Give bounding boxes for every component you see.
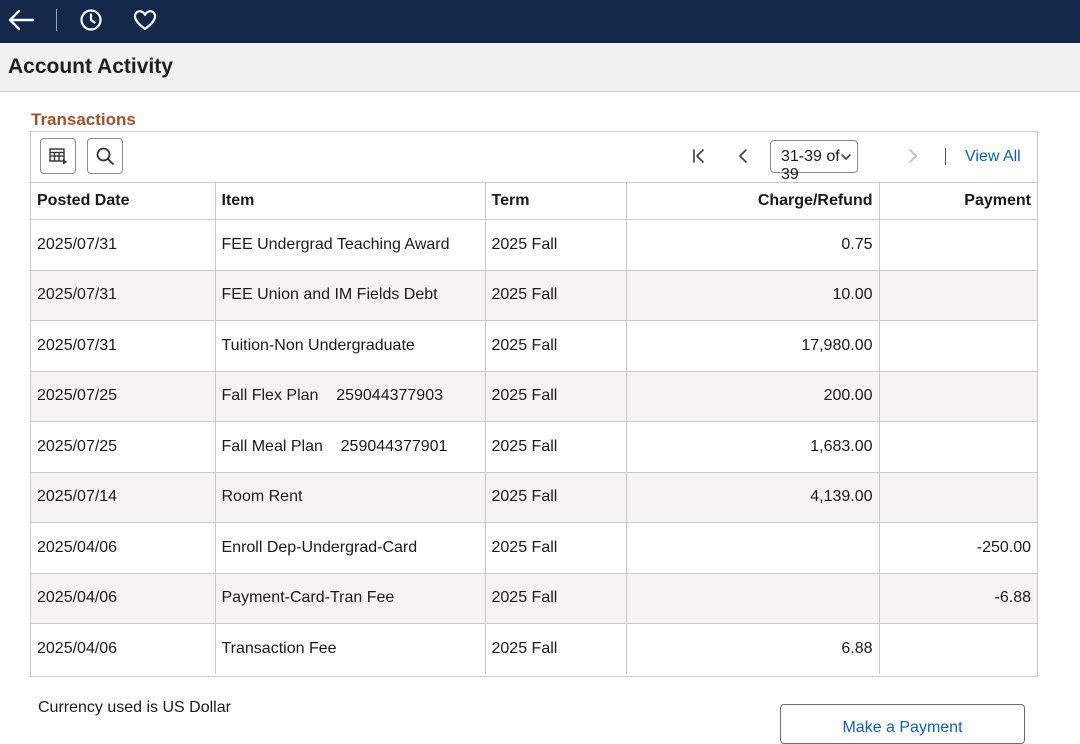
view-all-link[interactable]: View All <box>965 148 1021 166</box>
cell-charge-refund: 200.00 <box>626 371 880 422</box>
cell-payment <box>879 624 1037 674</box>
cell-term: 2025 Fall <box>485 623 627 674</box>
next-page-icon[interactable] <box>902 145 924 167</box>
cell-charge-refund: 0.75 <box>626 219 880 271</box>
cell-payment: -250.00 <box>879 522 1037 574</box>
cell-posted-date: 2025/04/06 <box>31 573 216 624</box>
cell-charge-refund: 10.00 <box>626 270 880 321</box>
cell-charge-refund <box>626 573 880 624</box>
cell-charge-refund: 4,139.00 <box>626 472 880 523</box>
cell-term: 2025 Fall <box>485 421 627 473</box>
cell-posted-date: 2025/07/25 <box>31 371 216 422</box>
cell-item: Transaction Fee <box>215 623 486 674</box>
favorite-heart-icon[interactable] <box>130 6 160 34</box>
transactions-table: Posted Date Item Term Charge/Refund Paym… <box>31 183 1037 674</box>
column-header-term[interactable]: Term <box>485 183 627 220</box>
column-header-charge-refund[interactable]: Charge/Refund <box>626 183 880 220</box>
table-row: 2025/07/31 FEE Union and IM Fields Debt 20… <box>31 270 1037 321</box>
table-row: 2025/07/14 Room Rent 2025 Fall 4,139.00 <box>31 472 1037 523</box>
table-row: 2025/07/31 Tuition-Non Undergraduate 2025 … <box>31 320 1037 372</box>
table-row: 2025/07/31 FEE Undergrad Teaching Award 20… <box>31 219 1037 271</box>
top-nav-bar <box>0 0 1080 43</box>
transactions-table-body: 2025/07/31 FEE Undergrad Teaching Award 20… <box>31 219 1037 674</box>
cell-item: Enroll Dep-Undergrad-Card <box>215 522 486 574</box>
history-icon[interactable] <box>76 6 106 34</box>
grid-search-button[interactable] <box>87 138 123 174</box>
cell-charge-refund: 1,683.00 <box>626 421 880 473</box>
cell-posted-date: 2025/07/25 <box>31 421 216 473</box>
column-header-payment[interactable]: Payment <box>879 183 1037 220</box>
cell-posted-date: 2025/04/06 <box>31 522 216 574</box>
grid-options-button[interactable] <box>40 138 76 174</box>
table-row: 2025/07/25 Fall Meal Plan 259044377901 202… <box>31 421 1037 473</box>
cell-term: 2025 Fall <box>485 472 627 523</box>
cell-payment <box>879 320 1037 372</box>
column-header-item[interactable]: Item <box>215 183 486 220</box>
cell-charge-refund: 6.88 <box>626 623 880 674</box>
cell-item: Room Rent <box>215 472 486 523</box>
make-payment-button[interactable]: Make a Payment <box>780 704 1025 744</box>
topbar-separator <box>56 9 57 31</box>
cell-term: 2025 Fall <box>485 522 627 574</box>
pager-divider <box>945 148 946 165</box>
cell-term: 2025 Fall <box>485 219 627 271</box>
first-page-icon[interactable] <box>688 145 710 167</box>
cell-posted-date: 2025/07/31 <box>31 320 216 372</box>
table-row: 2025/07/25 Fall Flex Plan 259044377903 202… <box>31 371 1037 422</box>
cell-posted-date: 2025/07/31 <box>31 270 216 321</box>
page-title: Account Activity <box>8 55 173 78</box>
table-row: 2025/04/06 Payment-Card-Tran Fee 2025 Fall… <box>31 573 1037 624</box>
cell-payment <box>879 421 1037 473</box>
previous-page-icon[interactable] <box>732 145 754 167</box>
cell-posted-date: 2025/07/14 <box>31 472 216 523</box>
cell-charge-refund: 17,980.00 <box>626 320 880 372</box>
page-header: Account Activity <box>0 43 1080 92</box>
cell-item: FEE Undergrad Teaching Award <box>215 219 486 271</box>
cell-payment <box>879 219 1037 271</box>
cell-posted-date: 2025/07/31 <box>31 219 216 271</box>
page-range-select[interactable]: 31-39 of 39 <box>770 140 858 183</box>
table-header-row: Posted Date Item Term Charge/Refund Paym… <box>31 183 1037 220</box>
cell-item: Fall Meal Plan 259044377901 <box>215 421 486 473</box>
cell-charge-refund <box>626 522 880 574</box>
cell-term: 2025 Fall <box>485 320 627 372</box>
cell-item: Payment-Card-Tran Fee <box>215 573 486 624</box>
cell-posted-date: 2025/04/06 <box>31 623 216 674</box>
currency-note: Currency used is US Dollar <box>38 699 231 716</box>
cell-payment: -6.88 <box>879 573 1037 624</box>
table-row: 2025/04/06 Enroll Dep-Undergrad-Card 2025 … <box>31 522 1037 574</box>
grid-toolbar: 31-39 of 39 View All <box>31 132 1037 183</box>
transactions-grid: 31-39 of 39 View All Posted Date Item Te… <box>30 131 1038 677</box>
cell-item: Tuition-Non Undergraduate <box>215 320 486 372</box>
cell-item: FEE Union and IM Fields Debt <box>215 270 486 321</box>
transactions-section-title: Transactions <box>31 110 136 129</box>
back-arrow-icon[interactable] <box>6 6 36 34</box>
cell-payment <box>879 472 1037 523</box>
cell-payment <box>879 371 1037 422</box>
cell-term: 2025 Fall <box>485 270 627 321</box>
cell-payment <box>879 270 1037 321</box>
column-header-posted-date[interactable]: Posted Date <box>31 183 216 220</box>
grid-options-icon <box>49 148 67 165</box>
search-icon <box>96 147 114 165</box>
chevron-down-icon <box>841 154 851 160</box>
table-row: 2025/04/06 Transaction Fee 2025 Fall 6.88 <box>31 623 1037 674</box>
cell-item: Fall Flex Plan 259044377903 <box>215 371 486 422</box>
cell-term: 2025 Fall <box>485 573 627 624</box>
cell-term: 2025 Fall <box>485 371 627 422</box>
